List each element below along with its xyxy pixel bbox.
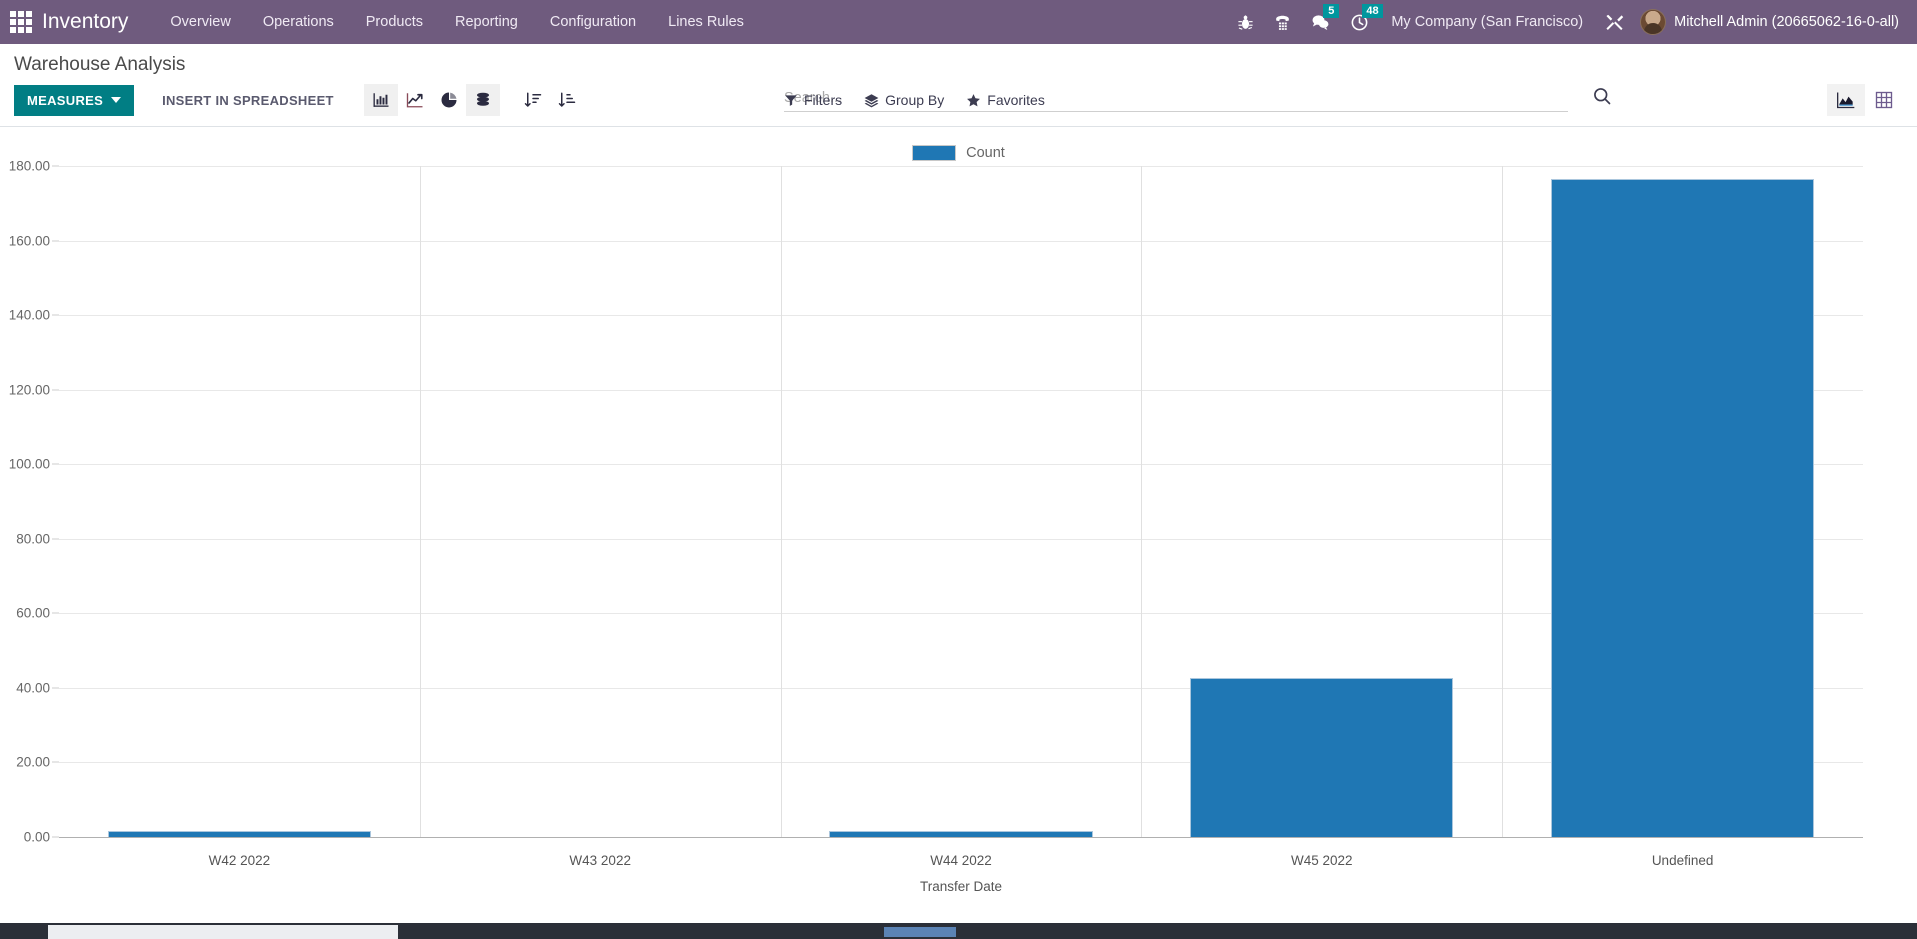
y-axis-tick-label: 40.00 xyxy=(16,680,50,695)
favorites-star-icon xyxy=(966,93,981,108)
y-axis-tick-label: 100.00 xyxy=(9,457,50,472)
control-panel-bottom: MEASURES INSERT IN SPREADSHEET xyxy=(0,80,1917,126)
insert-in-spreadsheet-button[interactable]: INSERT IN SPREADSHEET xyxy=(148,85,348,116)
graph-view: Count 0.0020.0040.0060.0080.00100.00120.… xyxy=(0,127,1917,939)
group-by-label: Group By xyxy=(885,92,944,108)
chart-bar[interactable] xyxy=(829,831,1092,837)
avatar xyxy=(1640,9,1666,35)
y-axis-tick-label: 20.00 xyxy=(16,755,50,770)
chart-bar[interactable] xyxy=(1551,179,1814,837)
filters-dropdown[interactable]: Filters xyxy=(784,92,842,108)
view-switcher xyxy=(1827,84,1903,116)
x-axis-title: Transfer Date xyxy=(920,879,1002,894)
sort-descending-icon[interactable] xyxy=(516,84,550,116)
category-separator xyxy=(1502,166,1503,837)
messages-count-badge: 5 xyxy=(1323,4,1339,18)
category-separator xyxy=(781,166,782,837)
y-axis-tick-mark xyxy=(52,538,59,539)
main-menu: Overview Operations Products Reporting C… xyxy=(154,2,760,42)
menu-item-configuration[interactable]: Configuration xyxy=(534,2,652,42)
y-axis-tick-mark xyxy=(52,315,59,316)
filter-funnel-icon xyxy=(784,93,798,107)
menu-item-products[interactable]: Products xyxy=(350,2,439,42)
app-brand-inventory[interactable]: Inventory xyxy=(42,10,128,34)
menu-item-operations[interactable]: Operations xyxy=(247,2,350,42)
sort-button-group xyxy=(516,84,584,116)
y-axis-tick-label: 60.00 xyxy=(16,606,50,621)
chart-type-button-group xyxy=(364,84,500,116)
company-selector[interactable]: My Company (San Francisco) xyxy=(1379,14,1595,30)
y-axis-tick-label: 120.00 xyxy=(9,382,50,397)
y-axis-tick-mark xyxy=(52,837,59,838)
y-axis-tick-label: 0.00 xyxy=(24,830,50,845)
gridline xyxy=(59,837,1863,838)
x-axis-tick-label: W45 2022 xyxy=(1291,853,1353,868)
group-by-layers-icon xyxy=(864,93,879,108)
user-name-label: Mitchell Admin (20665062-16-0-all) xyxy=(1674,14,1899,30)
menu-item-lines-rules[interactable]: Lines Rules xyxy=(652,2,760,42)
activities-clock-icon[interactable]: 48 xyxy=(1340,0,1379,44)
measures-button[interactable]: MEASURES xyxy=(14,85,134,116)
y-axis-tick-mark xyxy=(52,762,59,763)
scrollbar-thumb[interactable] xyxy=(884,927,956,937)
activities-count-badge: 48 xyxy=(1362,4,1382,18)
chart-plot-area[interactable]: 0.0020.0040.0060.0080.00100.00120.00140.… xyxy=(59,166,1863,837)
menu-item-overview[interactable]: Overview xyxy=(154,2,246,42)
navbar-right-group: 5 48 My Company (San Francisco) Mitchell… xyxy=(1227,0,1907,44)
y-axis-tick-mark xyxy=(52,389,59,390)
menu-item-reporting[interactable]: Reporting xyxy=(439,2,534,42)
y-axis-tick-mark xyxy=(52,613,59,614)
y-axis-tick-label: 140.00 xyxy=(9,308,50,323)
category-separator xyxy=(1141,166,1142,837)
pivot-view-icon[interactable] xyxy=(1865,84,1903,116)
y-axis-tick-label: 160.00 xyxy=(9,233,50,248)
user-menu[interactable]: Mitchell Admin (20665062-16-0-all) xyxy=(1634,9,1907,35)
bug-icon[interactable] xyxy=(1227,0,1264,44)
pie-chart-icon[interactable] xyxy=(432,84,466,116)
phone-dialpad-icon[interactable] xyxy=(1264,0,1301,44)
favorites-dropdown[interactable]: Favorites xyxy=(966,92,1045,108)
stacked-chart-icon[interactable] xyxy=(466,84,500,116)
control-panel-top: Warehouse Analysis xyxy=(0,44,1917,80)
filters-label: Filters xyxy=(804,92,842,108)
x-axis-tick-label: W42 2022 xyxy=(209,853,271,868)
line-chart-icon[interactable] xyxy=(398,84,432,116)
chart-bar[interactable] xyxy=(1190,678,1453,837)
legend-swatch-count xyxy=(912,145,956,161)
messages-icon[interactable]: 5 xyxy=(1301,0,1340,44)
sort-ascending-icon[interactable] xyxy=(550,84,584,116)
page-title: Warehouse Analysis xyxy=(14,52,185,78)
favorites-label: Favorites xyxy=(987,92,1045,108)
gridline xyxy=(59,166,1863,167)
x-axis-tick-label: Undefined xyxy=(1652,853,1714,868)
group-by-dropdown[interactable]: Group By xyxy=(864,92,944,108)
measures-button-label: MEASURES xyxy=(27,93,103,108)
control-panel: Warehouse Analysis MEASURES INSERT IN SP… xyxy=(0,44,1917,127)
chevron-down-icon xyxy=(111,97,121,103)
x-axis-tick-label: W44 2022 xyxy=(930,853,992,868)
x-axis-tick-label: W43 2022 xyxy=(569,853,631,868)
bar-chart-icon[interactable] xyxy=(364,84,398,116)
legend-label-count: Count xyxy=(966,145,1005,161)
apps-grid-icon[interactable] xyxy=(8,9,34,35)
y-axis-tick-label: 80.00 xyxy=(16,531,50,546)
scrollbar-track[interactable] xyxy=(48,925,398,939)
category-separator xyxy=(420,166,421,837)
search-facets-group: Filters Group By Favorites xyxy=(784,92,1045,108)
y-axis-tick-mark xyxy=(52,687,59,688)
y-axis-tick-mark xyxy=(52,166,59,167)
y-axis-tick-mark xyxy=(52,240,59,241)
y-axis-tick-mark xyxy=(52,464,59,465)
graph-view-icon[interactable] xyxy=(1827,84,1865,116)
horizontal-scrollbar[interactable] xyxy=(0,923,1917,939)
wrench-tools-icon[interactable] xyxy=(1595,13,1634,32)
chart-legend: Count xyxy=(0,145,1917,161)
chart-bar[interactable] xyxy=(108,831,371,837)
top-navbar: Inventory Overview Operations Products R… xyxy=(0,0,1917,44)
